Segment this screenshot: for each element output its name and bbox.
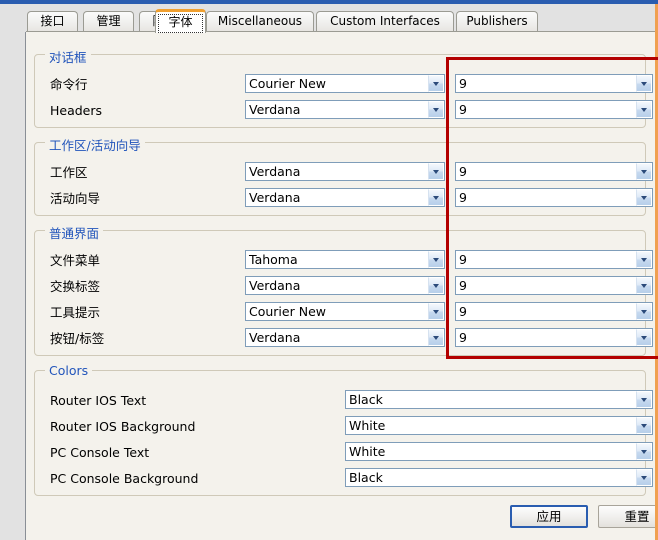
chevron-down-icon[interactable] <box>636 101 652 118</box>
label-router-ios-text: Router IOS Text <box>50 393 147 408</box>
application-window: 接口 管理 隐藏 字体 Miscellaneous Custom Interfa… <box>0 0 658 540</box>
size-select-command-line[interactable]: 9 <box>455 74 653 93</box>
group-legend: 对话框 <box>45 47 91 66</box>
label-headers: Headers <box>50 103 103 118</box>
tab-label: 接口 <box>40 14 65 28</box>
chevron-down-icon[interactable] <box>636 329 652 346</box>
tab-label: Miscellaneous <box>217 14 303 28</box>
font-select-button-tag[interactable]: Verdana <box>245 328 445 347</box>
label-router-ios-background: Router IOS Background <box>50 419 196 434</box>
font-select-command-line[interactable]: Courier New <box>245 74 445 93</box>
chevron-down-icon[interactable] <box>428 75 444 92</box>
font-select-value: Courier New <box>249 76 326 91</box>
apply-button[interactable]: 应用 <box>510 505 588 528</box>
font-select-switch-tabs[interactable]: Verdana <box>245 276 445 295</box>
chevron-down-icon[interactable] <box>636 443 652 460</box>
color-select-pc-console-text[interactable]: White <box>345 442 653 461</box>
size-select-value: 9 <box>459 330 467 345</box>
font-select-value: Verdana <box>249 164 301 179</box>
size-select-value: 9 <box>459 304 467 319</box>
size-select-value: 9 <box>459 252 467 267</box>
font-select-tooltip[interactable]: Courier New <box>245 302 445 321</box>
font-select-workspace[interactable]: Verdana <box>245 162 445 181</box>
size-select-activity-wizard[interactable]: 9 <box>455 188 653 207</box>
font-select-value: Verdana <box>249 278 301 293</box>
font-select-value: Verdana <box>249 102 301 117</box>
chevron-down-icon[interactable] <box>428 277 444 294</box>
label-tooltip: 工具提示 <box>50 305 101 320</box>
size-select-value: 9 <box>459 76 467 91</box>
chevron-down-icon[interactable] <box>636 189 652 206</box>
size-select-button-tag[interactable]: 9 <box>455 328 653 347</box>
chevron-down-icon[interactable] <box>636 75 652 92</box>
size-select-tooltip[interactable]: 9 <box>455 302 653 321</box>
font-select-file-menu[interactable]: Tahoma <box>245 250 445 269</box>
font-select-value: Tahoma <box>249 252 298 267</box>
chevron-down-icon[interactable] <box>428 329 444 346</box>
font-select-value: Verdana <box>249 330 301 345</box>
color-select-value: Black <box>349 470 383 485</box>
font-select-activity-wizard[interactable]: Verdana <box>245 188 445 207</box>
size-select-headers[interactable]: 9 <box>455 100 653 119</box>
chevron-down-icon[interactable] <box>636 303 652 320</box>
group-legend: Colors <box>45 363 93 378</box>
color-select-value: White <box>349 418 386 433</box>
size-select-value: 9 <box>459 102 467 117</box>
group-legend: 普通界面 <box>45 223 104 242</box>
size-select-value: 9 <box>459 164 467 179</box>
label-pc-console-text: PC Console Text <box>50 445 150 460</box>
chevron-down-icon[interactable] <box>428 163 444 180</box>
size-select-value: 9 <box>459 278 467 293</box>
color-select-value: Black <box>349 392 383 407</box>
tab-custom-interfaces[interactable]: Custom Interfaces <box>316 11 454 32</box>
fonts-settings-panel: 对话框 命令行 Courier New 9 Headers Verdana 9 … <box>26 31 655 540</box>
size-select-file-menu[interactable]: 9 <box>455 250 653 269</box>
group-legend: 工作区/活动向导 <box>45 135 145 154</box>
chevron-down-icon[interactable] <box>636 469 652 486</box>
label-button-tag: 按钮/标签 <box>50 331 105 346</box>
tab-label: 管理 <box>96 14 121 28</box>
color-select-router-ios-background[interactable]: White <box>345 416 653 435</box>
font-select-value: Courier New <box>249 304 326 319</box>
size-select-value: 9 <box>459 190 467 205</box>
tab-publishers[interactable]: Publishers <box>456 11 538 32</box>
font-select-value: Verdana <box>249 190 301 205</box>
label-file-menu: 文件菜单 <box>50 253 101 268</box>
tab-management[interactable]: 管理 <box>83 11 134 32</box>
color-select-pc-console-background[interactable]: Black <box>345 468 653 487</box>
chevron-down-icon[interactable] <box>428 251 444 268</box>
label-pc-console-background: PC Console Background <box>50 471 199 486</box>
font-select-headers[interactable]: Verdana <box>245 100 445 119</box>
chevron-down-icon[interactable] <box>636 163 652 180</box>
chevron-down-icon[interactable] <box>636 277 652 294</box>
tab-fonts[interactable]: 字体 <box>155 9 206 33</box>
label-workspace: 工作区 <box>50 165 88 180</box>
label-switch-tabs: 交换标签 <box>50 279 101 294</box>
color-select-router-ios-text[interactable]: Black <box>345 390 653 409</box>
chevron-down-icon[interactable] <box>636 391 652 408</box>
window-left-gutter <box>0 4 25 540</box>
tab-strip: 接口 管理 隐藏 字体 Miscellaneous Custom Interfa… <box>0 4 655 33</box>
chevron-down-icon[interactable] <box>428 189 444 206</box>
reset-button[interactable]: 重置 <box>598 505 655 528</box>
chevron-down-icon[interactable] <box>428 303 444 320</box>
chevron-down-icon[interactable] <box>428 101 444 118</box>
color-select-value: White <box>349 444 386 459</box>
tab-interfaces[interactable]: 接口 <box>27 11 78 32</box>
tab-label: Publishers <box>466 14 528 28</box>
tab-label: Custom Interfaces <box>330 14 440 28</box>
chevron-down-icon[interactable] <box>636 251 652 268</box>
tab-miscellaneous[interactable]: Miscellaneous <box>206 11 314 32</box>
label-command-line: 命令行 <box>50 77 88 92</box>
size-select-switch-tabs[interactable]: 9 <box>455 276 653 295</box>
label-activity-wizard: 活动向导 <box>50 191 101 206</box>
size-select-workspace[interactable]: 9 <box>455 162 653 181</box>
tab-label: 字体 <box>168 15 193 29</box>
chevron-down-icon[interactable] <box>636 417 652 434</box>
